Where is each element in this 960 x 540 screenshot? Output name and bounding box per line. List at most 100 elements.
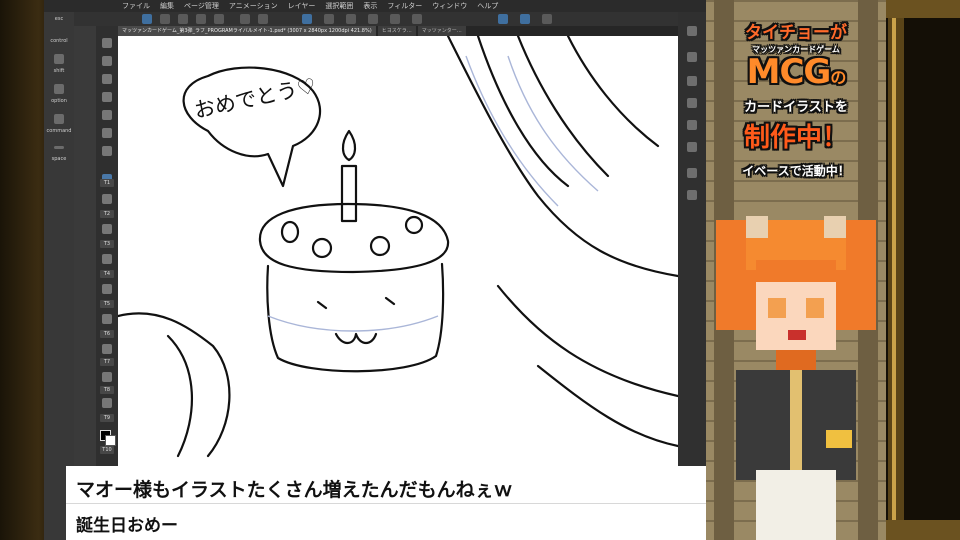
flip-icon[interactable]	[302, 14, 312, 24]
property-icon[interactable]	[687, 168, 697, 178]
banner-line-1: タイチョーが	[745, 23, 847, 43]
sub-tool-icon[interactable]	[687, 142, 697, 152]
tab-third-document[interactable]: マッツァンター…	[417, 26, 466, 36]
tool-palette: T1 T2 T3 T4 T5 T6 T7 T8 T9 T10	[96, 26, 118, 540]
modifier-key-panel: esc control shift option command space	[44, 12, 74, 540]
banner-line-4: カードイラストを	[744, 100, 848, 115]
menu-page[interactable]: ページ管理	[184, 2, 219, 10]
history-icon[interactable]	[687, 98, 697, 108]
zoom-icon[interactable]	[346, 14, 356, 24]
brush-size-icon[interactable]	[687, 190, 697, 200]
tool-label-t7: T7	[100, 358, 114, 366]
sub-color-swatch[interactable]	[105, 435, 116, 446]
caption-divider	[66, 503, 706, 504]
esc-key[interactable]: esc	[44, 16, 74, 22]
right-eye	[806, 298, 824, 318]
right-ear-ornament	[824, 216, 846, 238]
pixel-character-avatar	[716, 216, 876, 540]
eraser-tool-icon[interactable]	[102, 254, 112, 264]
mascot-head	[756, 470, 836, 540]
command-bar	[44, 12, 706, 26]
figure-tool-icon[interactable]	[102, 344, 112, 354]
left-eye	[768, 298, 786, 318]
menu-edit[interactable]: 編集	[160, 2, 174, 10]
operation-tool-icon[interactable]	[102, 74, 112, 84]
color-wheel-icon[interactable]	[687, 76, 697, 86]
cake-dot	[369, 235, 391, 257]
balloon-tool-icon[interactable]	[102, 398, 112, 408]
layer-panel-icon[interactable]	[687, 52, 697, 62]
space-bar-icon	[54, 146, 64, 149]
gradient-tool-icon[interactable]	[102, 314, 112, 324]
command-key[interactable]: command	[44, 128, 74, 134]
transform-icon[interactable]	[160, 14, 170, 24]
rotate-icon[interactable]	[324, 14, 334, 24]
save-icon[interactable]	[214, 14, 224, 24]
menu-file[interactable]: ファイル	[122, 2, 150, 10]
tool-label-t10: T10	[100, 446, 114, 454]
candle-flame	[341, 129, 357, 162]
shift-key[interactable]: shift	[44, 68, 74, 74]
cake-dot	[404, 215, 424, 235]
tab-second-document[interactable]: ヒヨスケラ…	[377, 26, 416, 36]
move-layer-icon[interactable]	[102, 92, 112, 102]
brush-tool-icon[interactable]	[102, 224, 112, 234]
option-symbol-icon	[54, 84, 64, 94]
fit-icon[interactable]	[368, 14, 378, 24]
grid-icon[interactable]	[412, 14, 422, 24]
promo-banner: タイチョーが マッツァンカードゲーム MCGの カードイラストを 制作中！ イベ…	[706, 18, 886, 179]
option-key[interactable]: option	[44, 98, 74, 104]
wand-icon[interactable]	[102, 128, 112, 138]
menu-animation[interactable]: アニメーション	[229, 2, 278, 10]
cake-dot	[280, 220, 300, 244]
redo-icon[interactable]	[258, 14, 268, 24]
navigator-icon[interactable]	[687, 26, 697, 36]
caption-line-1: マオー様もイラストたくさん増えたんだもんねぇｗ	[76, 479, 513, 501]
left-ear-ornament	[746, 216, 768, 238]
command-symbol-icon	[54, 114, 64, 124]
space-key[interactable]: space	[44, 156, 74, 162]
pen-pressure-icon[interactable]	[520, 14, 530, 24]
fill-tool-icon[interactable]	[102, 284, 112, 294]
paint-app-window: ファイル 編集 ページ管理 アニメーション レイヤー 選択範囲 表示 フィルター ウィンドウ ヘル…	[44, 0, 706, 540]
chat-caption-box: マオー様もイラストたくさん増えたんだもんねぇｗ 誕生日おめー	[66, 466, 706, 540]
cake-top	[258, 202, 450, 274]
bangs	[756, 260, 836, 282]
menu-window[interactable]: ウィンドウ	[432, 2, 467, 10]
tool-label-t3: T3	[100, 240, 114, 248]
new-file-icon[interactable]	[178, 14, 188, 24]
cake-body	[266, 262, 445, 373]
zoom-tool-icon[interactable]	[102, 38, 112, 48]
control-key[interactable]: control	[44, 38, 74, 44]
text-tool-icon[interactable]	[102, 372, 112, 382]
undo-icon[interactable]	[240, 14, 250, 24]
select-rect-icon[interactable]	[102, 146, 112, 156]
menu-filter[interactable]: フィルター	[387, 2, 422, 10]
menu-help[interactable]: ヘルプ	[477, 2, 498, 10]
open-file-icon[interactable]	[196, 14, 206, 24]
sketch-artwork: おめでとう♡	[118, 36, 678, 458]
move-tool-icon[interactable]	[102, 56, 112, 66]
drawing-canvas[interactable]: おめでとう♡	[118, 36, 678, 466]
pencil-tool-icon[interactable]	[102, 194, 112, 204]
ornate-frame-right	[886, 0, 960, 540]
pen-stabilizer-icon[interactable]	[498, 14, 508, 24]
arrow-up-icon	[54, 54, 64, 64]
select-tool-icon[interactable]	[142, 14, 152, 24]
ruler-icon[interactable]	[390, 14, 400, 24]
document-tabs: マッツァンカードゲーム_第3弾_ラフ_PROGRAMライバルメイト-1.psd*…	[118, 26, 684, 36]
material-icon[interactable]	[687, 120, 697, 130]
tab-main-document[interactable]: マッツァンカードゲーム_第3弾_ラフ_PROGRAMライバルメイト-1.psd*…	[118, 26, 376, 36]
lasso-icon[interactable]	[102, 110, 112, 120]
menu-layer[interactable]: レイヤー	[288, 2, 316, 10]
tool-label-t9: T9	[100, 414, 114, 422]
zipper	[790, 370, 802, 480]
stream-side-panel: タイチョーが マッツァンカードゲーム MCGの カードイラストを 制作中！ イベ…	[706, 0, 886, 540]
menu-view[interactable]: 表示	[363, 2, 377, 10]
eraser-mode-icon[interactable]	[542, 14, 552, 24]
tool-label-t6: T6	[100, 330, 114, 338]
right-dock	[678, 12, 706, 540]
left-hand-outline	[118, 312, 231, 458]
menu-selection[interactable]: 選択範囲	[325, 2, 353, 10]
cake-face	[316, 296, 396, 345]
